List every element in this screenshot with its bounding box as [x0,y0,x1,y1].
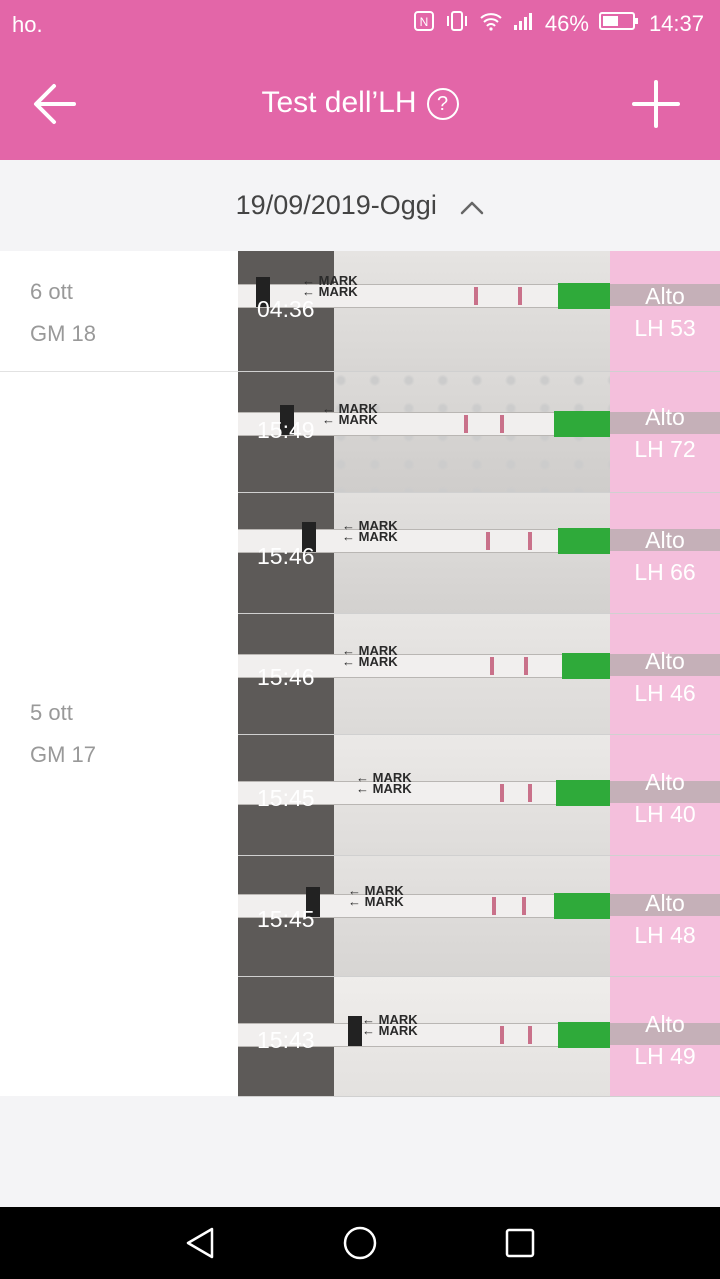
nav-recents-icon[interactable] [502,1225,538,1261]
test-time: 15:45 [257,906,315,932]
result-level: Alto [645,1011,685,1037]
cycle-day: GM 17 [30,742,97,767]
control-line [500,415,504,433]
page-title-text: Test dell’LH [261,86,417,119]
clock: 14:37 [648,11,704,36]
test-time: 15:46 [257,664,315,690]
status-bar: ho. N 46% 14:37 [0,0,720,50]
strip-mark-text: ← MARK ← MARK [322,401,378,427]
test-entry[interactable]: ← MARK ← MARK 04:36 Alto LH 53 [238,251,720,372]
control-line [528,784,532,802]
day-date: 6 ott [30,279,73,304]
wifi-icon [479,11,503,37]
test-time: 15:45 [257,785,315,811]
test-entry[interactable]: ← MARK ← MARK 15:43 Alto LH 49 [238,977,720,1097]
lh-value: LH 40 [634,801,696,827]
carrier-label: ho. [12,12,43,37]
control-line [522,897,526,915]
lh-value: LH 49 [634,1043,696,1069]
strip-green-tip [562,653,610,679]
test-entry[interactable]: ← MARK ← MARK 15:49 Alto LH 72 [238,372,720,493]
cycle-day: GM 18 [30,321,97,346]
strip-mark-text: ← MARK ← MARK [356,770,412,796]
plus-icon[interactable] [632,80,680,128]
result-level: Alto [645,283,685,309]
result-level: Alto [645,648,685,674]
strip-green-tip [554,411,610,437]
battery-icon [598,11,639,37]
strip-green-tip [556,780,610,806]
day-group: 5 ott GM 17 [0,372,238,1096]
nav-home-icon[interactable] [342,1225,378,1261]
result-panel: Alto LH 46 [610,614,720,734]
system-nav-bar [0,1207,720,1279]
date-range-label: 19/09/2019-Oggi [235,190,437,220]
result-panel: Alto LH 40 [610,735,720,855]
lh-value: LH 46 [634,680,696,706]
strip-mark-text: ← MARK ← MARK [348,883,404,909]
svg-text:N: N [420,15,429,29]
lh-value: LH 66 [634,559,696,585]
test-time: 15:49 [257,417,315,443]
strip-mark-text: ← MARK ← MARK [342,643,398,669]
help-circle-icon[interactable]: ? [426,88,459,121]
result-panel: Alto LH 48 [610,856,720,976]
lh-value: LH 72 [634,436,696,462]
test-entry[interactable]: ← MARK ← MARK 15:45 Alto LH 40 [238,735,720,856]
signal-icon [513,11,535,37]
control-line [528,1026,532,1044]
test-entry[interactable]: ← MARK ← MARK 15:46 Alto LH 66 [238,493,720,614]
test-line [486,532,490,550]
test-time: 15:46 [257,543,315,569]
strip-mark-text: ← MARK ← MARK [302,273,358,299]
day-group: 6 ott GM 18 [0,251,238,372]
result-level: Alto [645,527,685,553]
vibrate-icon [445,10,469,38]
page-title: Test dell’LH? [0,86,720,121]
strip-mark-text: ← MARK ← MARK [342,518,398,544]
app-header: ho. N 46% 14:37 Test dell’LH? [0,0,720,160]
test-line [500,784,504,802]
day-date: 5 ott [30,700,73,725]
nfc-icon: N [413,10,435,38]
strip-green-tip [554,893,610,919]
battery-percent: 46% [544,11,589,36]
control-line [528,532,532,550]
test-line [492,897,496,915]
chevron-up-icon[interactable] [460,162,484,252]
control-line [518,287,522,305]
test-entry[interactable]: ← MARK ← MARK 15:46 Alto LH 46 [238,614,720,735]
test-time: 15:43 [257,1027,315,1053]
test-time: 04:36 [257,296,315,322]
lh-test-list: 6 ott GM 18 5 ott GM 17 ← MARK ← MARK 04:… [0,251,720,1097]
date-range-selector[interactable]: 19/09/2019-Oggi [0,160,720,250]
title-bar: Test dell’LH? [0,60,720,150]
strip-green-tip [558,528,610,554]
strip-mark-text: ← MARK ← MARK [362,1012,418,1038]
control-line [524,657,528,675]
result-level: Alto [645,769,685,795]
result-panel: Alto LH 72 [610,372,720,492]
result-level: Alto [645,404,685,430]
result-panel: Alto LH 53 [610,251,720,371]
test-line [464,415,468,433]
strip-green-tip [558,283,610,309]
test-line [490,657,494,675]
test-entry[interactable]: ← MARK ← MARK 15:45 Alto LH 48 [238,856,720,977]
nav-back-icon[interactable] [182,1225,218,1261]
test-line [500,1026,504,1044]
test-strip-photo [334,251,610,371]
test-line [474,287,478,305]
result-level: Alto [645,890,685,916]
lh-value: LH 53 [634,315,696,341]
lh-value: LH 48 [634,922,696,948]
status-icons: N 46% 14:37 [413,10,704,38]
strip-green-tip [558,1022,610,1048]
result-panel: Alto LH 49 [610,977,720,1096]
strip-handle [348,1016,362,1046]
result-panel: Alto LH 66 [610,493,720,613]
